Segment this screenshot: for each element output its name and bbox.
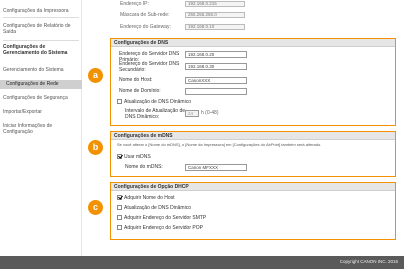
sidebar-item-printer-settings[interactable]: Configurações da Impressora bbox=[3, 8, 81, 14]
mdns-note: Se você alterar o [Nome do mDNS], o [Nom… bbox=[117, 142, 322, 147]
sidebar-item-security-settings[interactable]: Configurações de Segurança bbox=[3, 95, 81, 101]
dhcp-dynamic-dns-checkbox[interactable] bbox=[117, 205, 122, 210]
acquire-host-name-checkbox[interactable] bbox=[117, 195, 122, 200]
dns-section-title: Configurações de DNS bbox=[111, 39, 395, 47]
gateway-field: 192.168.0.10 bbox=[185, 24, 245, 30]
domain-name-label: Nome de Domínio: bbox=[119, 88, 161, 94]
use-mdns-checkbox[interactable] bbox=[117, 154, 122, 159]
sidebar-header-system-management: Configurações de Gerenciamento do Sistem… bbox=[3, 44, 68, 56]
dns-secondary-input[interactable]: 192.168.0.30 bbox=[185, 63, 247, 70]
dynamic-dns-checkbox-row[interactable]: Atualização de DNS Dinâmico bbox=[117, 99, 191, 105]
acquire-host-name-label: Adquirir Nome do Host bbox=[124, 195, 175, 201]
domain-name-input[interactable] bbox=[185, 88, 247, 95]
ip-address-label: Endereço IP: bbox=[120, 1, 149, 7]
use-mdns-label: Usar mDNS bbox=[124, 154, 151, 160]
dhcp-option-section: Configurações de Opção DHCP Adquirir Nom… bbox=[110, 182, 396, 240]
dns-secondary-label: Endereço do Servidor DNS Secundário: bbox=[119, 61, 180, 73]
use-mdns-checkbox-row[interactable]: Usar mDNS bbox=[117, 154, 151, 160]
acquire-pop-checkbox[interactable] bbox=[117, 225, 122, 230]
sidebar-divider bbox=[3, 40, 79, 41]
subnet-mask-field: 255.255.255.0 bbox=[185, 12, 245, 18]
footer-bar: Copyright CANON INC. 2016 bbox=[0, 256, 404, 269]
dynamic-dns-checkbox[interactable] bbox=[117, 99, 122, 104]
mdns-name-input[interactable]: Canon MFXXX bbox=[185, 164, 247, 171]
callout-b: b bbox=[88, 140, 103, 155]
subnet-mask-label: Máscara de Sub-rede: bbox=[120, 12, 170, 18]
dhcp-option-row[interactable]: Atualização de DNS Dinâmico bbox=[117, 205, 191, 211]
dns-primary-input[interactable]: 192.168.0.20 bbox=[185, 51, 247, 58]
dhcp-option-row[interactable]: Adquirir Endereço do Servidor POP bbox=[117, 225, 203, 231]
callout-a: a bbox=[88, 68, 103, 83]
sidebar-item-import-export[interactable]: Importar/Exportar bbox=[3, 109, 81, 115]
ip-address-field: 192.168.0.215 bbox=[185, 1, 245, 7]
sidebar-item-system-management[interactable]: Gerenciamento do Sistema bbox=[3, 67, 81, 73]
dns-settings-section: Configurações de DNS Endereço do Servido… bbox=[110, 38, 396, 126]
acquire-pop-label: Adquirir Endereço do Servidor POP bbox=[124, 225, 203, 231]
acquire-smtp-label: Adquirir Endereço do Servidor SMTP bbox=[124, 215, 207, 221]
dhcp-dynamic-dns-label: Atualização de DNS Dinâmico bbox=[124, 205, 191, 211]
mdns-settings-section: Configurações de mDNS Se você alterar o … bbox=[110, 131, 396, 177]
callout-c: c bbox=[88, 200, 103, 215]
dns-interval-input[interactable]: 24 bbox=[185, 110, 199, 117]
sidebar-item-init-config[interactable]: Iniciar Informações de Configuração bbox=[3, 123, 81, 135]
mdns-name-label: Nome do mDNS: bbox=[125, 164, 163, 170]
sidebar-item-report-output[interactable]: Configurações de Relatório de Saída bbox=[3, 23, 81, 35]
dynamic-dns-label: Atualização de DNS Dinâmico bbox=[124, 99, 191, 105]
dns-interval-label: Intervalo de Atualização de DNS Dinâmico… bbox=[125, 108, 186, 120]
dhcp-option-row[interactable]: Adquirir Nome do Host bbox=[117, 195, 175, 201]
sidebar-item-network-settings[interactable]: Configurações de Rede bbox=[0, 80, 82, 89]
gateway-label: Endereço do Gateway: bbox=[120, 24, 171, 30]
host-name-label: Nome do Host: bbox=[119, 77, 153, 83]
sidebar-divider bbox=[3, 17, 79, 18]
mdns-section-title: Configurações de mDNS bbox=[111, 132, 395, 140]
dhcp-option-row[interactable]: Adquirir Endereço do Servidor SMTP bbox=[117, 215, 206, 221]
sidebar: Configurações da Impressora Configuraçõe… bbox=[0, 0, 82, 256]
acquire-smtp-checkbox[interactable] bbox=[117, 215, 122, 220]
dns-interval-unit: h (0-48) bbox=[201, 110, 219, 116]
copyright-text: Copyright CANON INC. 2016 bbox=[339, 259, 398, 264]
dhcp-section-title: Configurações de Opção DHCP bbox=[111, 183, 395, 191]
host-name-input[interactable]: CanonXXX bbox=[185, 77, 247, 84]
